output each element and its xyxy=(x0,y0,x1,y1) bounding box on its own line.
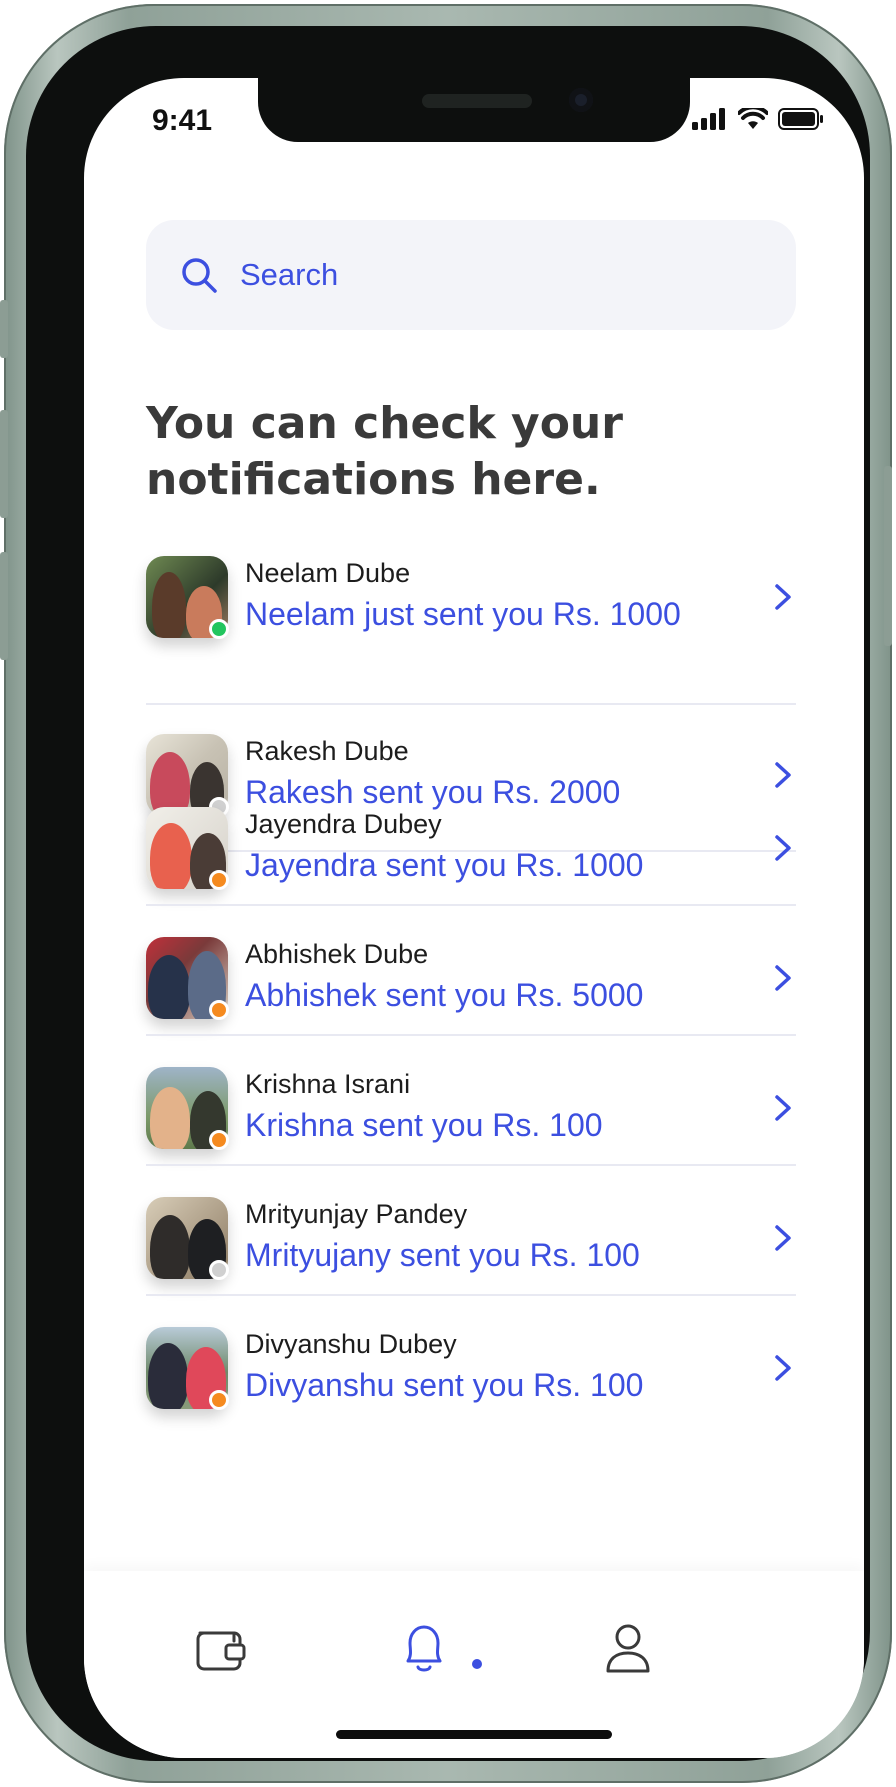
chevron-right-icon[interactable] xyxy=(770,580,796,614)
notch xyxy=(258,78,690,142)
notification-item[interactable]: Jayendra Dubey Jayendra sent you Rs. 100… xyxy=(146,807,796,907)
chevron-right-icon[interactable] xyxy=(770,1091,796,1125)
phone-frame: 9:41 Search You can check your notificat… xyxy=(0,4,892,1783)
chevron-right-icon[interactable] xyxy=(770,1351,796,1385)
sender-name: Divyanshu Dubey xyxy=(245,1329,457,1359)
search-bar[interactable]: Search xyxy=(146,220,796,330)
chevron-right-icon[interactable] xyxy=(770,1221,796,1255)
chevron-right-icon[interactable] xyxy=(770,961,796,995)
wifi-icon xyxy=(738,108,768,129)
bell-icon[interactable] xyxy=(394,1619,454,1679)
bezel: 9:41 Search You can check your notificat… xyxy=(26,26,870,1761)
notification-item[interactable]: Divyanshu Dubey Divyanshu sent you Rs. 1… xyxy=(146,1327,796,1427)
battery-icon xyxy=(778,108,823,130)
speaker xyxy=(422,94,532,108)
sender-name: Mrityunjay Pandey xyxy=(245,1199,468,1229)
active-tab-indicator xyxy=(472,1659,482,1669)
side-button xyxy=(0,410,8,518)
status-icons xyxy=(692,108,824,130)
notification-message: Divyanshu sent you Rs. 100 xyxy=(245,1367,644,1403)
notification-message: Jayendra sent you Rs. 1000 xyxy=(245,847,644,883)
notification-item[interactable]: Neelam Dube Neelam just sent you Rs. 100… xyxy=(146,556,796,705)
notification-message: Abhishek sent you Rs. 5000 xyxy=(245,977,644,1013)
online-status-dot xyxy=(209,619,229,639)
sender-name: Jayendra Dubey xyxy=(245,809,442,839)
notification-message: Mrityujany sent you Rs. 100 xyxy=(245,1237,640,1273)
away-status-dot xyxy=(209,1130,229,1150)
away-status-dot xyxy=(209,1390,229,1410)
side-button xyxy=(884,466,892,646)
row-divider xyxy=(146,1034,796,1036)
chevron-right-icon[interactable] xyxy=(770,758,796,792)
away-status-dot xyxy=(209,870,229,890)
row-divider xyxy=(146,1164,796,1166)
user-icon[interactable] xyxy=(598,1619,658,1679)
notification-item[interactable]: Mrityunjay Pandey Mrityujany sent you Rs… xyxy=(146,1197,796,1297)
search-icon xyxy=(182,258,217,293)
page-heading: You can check your notifications here. xyxy=(146,398,623,505)
row-divider xyxy=(146,904,796,906)
status-time: 9:41 xyxy=(152,104,213,137)
wallet-icon[interactable] xyxy=(190,1619,250,1679)
search-input[interactable]: Search xyxy=(240,257,338,293)
sender-name: Rakesh Dube xyxy=(245,736,409,766)
side-button xyxy=(0,552,8,660)
sender-name: Neelam Dube xyxy=(245,558,411,588)
side-button xyxy=(0,300,8,358)
notification-message: Rakesh sent you Rs. 2000 xyxy=(245,774,621,810)
notification-item[interactable]: Krishna Israni Krishna sent you Rs. 100 xyxy=(146,1067,796,1167)
chevron-right-icon[interactable] xyxy=(770,831,796,865)
notification-message: Neelam just sent you Rs. 1000 xyxy=(245,596,681,632)
home-indicator[interactable] xyxy=(336,1730,612,1739)
sender-name: Abhishek Dube xyxy=(245,939,429,969)
away-status-dot xyxy=(209,1000,229,1020)
signal-icon xyxy=(692,108,725,130)
notification-message: Krishna sent you Rs. 100 xyxy=(245,1107,603,1143)
row-divider xyxy=(146,1294,796,1296)
camera xyxy=(569,88,593,112)
screen: 9:41 Search You can check your notificat… xyxy=(84,78,864,1758)
sender-name: Krishna Israni xyxy=(245,1069,411,1099)
notification-item[interactable]: Abhishek Dube Abhishek sent you Rs. 5000 xyxy=(146,937,796,1037)
offline-status-dot xyxy=(209,1260,229,1280)
